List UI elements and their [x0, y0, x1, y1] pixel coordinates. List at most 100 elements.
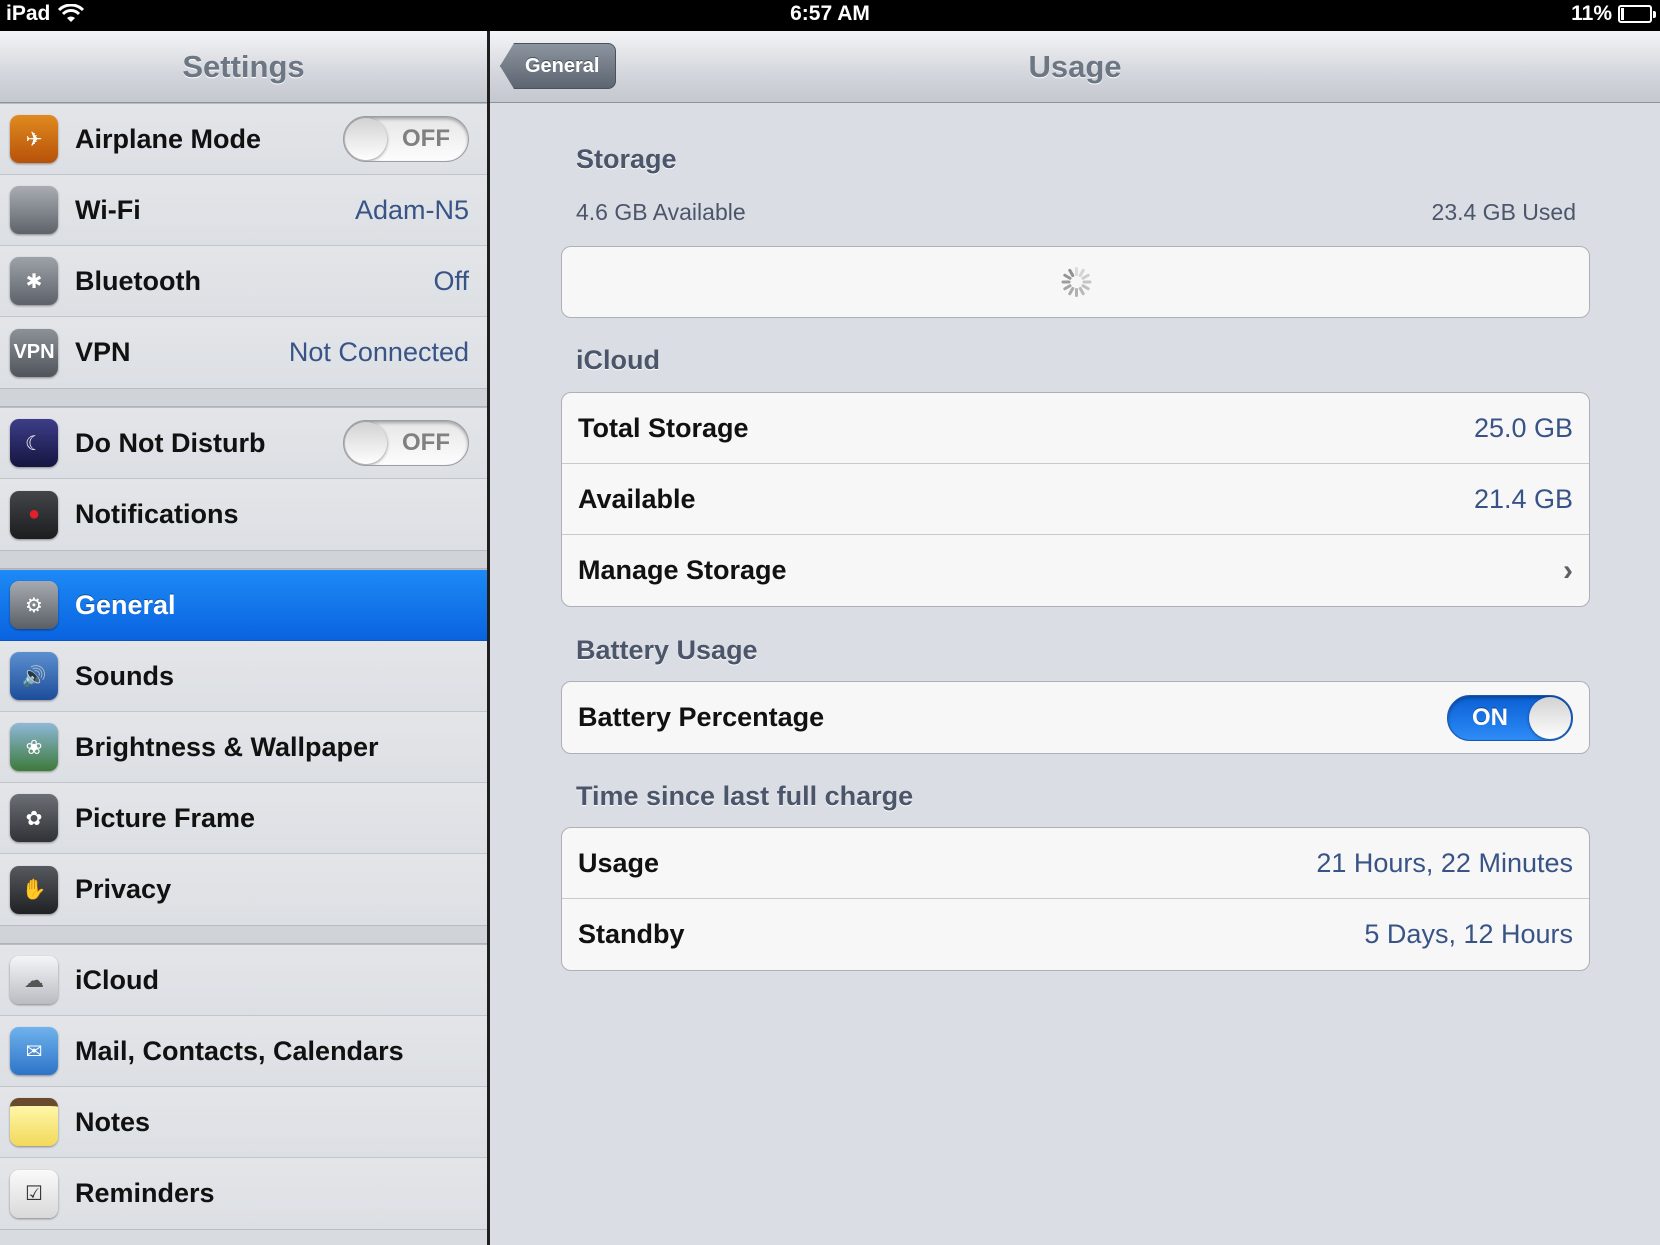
sidebar-item-label: Mail, Contacts, Calendars	[75, 1035, 404, 1066]
bluetooth-icon: ✱	[10, 257, 58, 305]
manage-storage-row[interactable]: Manage Storage ›	[562, 535, 1589, 606]
usage-row: Usage 21 Hours, 22 Minutes	[562, 828, 1589, 899]
sidebar-item-sounds[interactable]: 🔊 Sounds	[0, 641, 487, 712]
sidebar-item-value: Not Connected	[288, 337, 469, 367]
chevron-right-icon: ›	[1563, 553, 1573, 587]
storage-header: Storage	[576, 144, 677, 174]
row-value: 25.0 GB	[1473, 412, 1573, 443]
gear-icon: ⚙	[10, 581, 58, 629]
airplane-mode-toggle[interactable]: OFF	[343, 116, 469, 162]
spinner-blade	[1061, 280, 1070, 284]
sidebar-item-general[interactable]: ⚙ General	[0, 570, 487, 641]
row-label: Manage Storage	[578, 555, 787, 585]
group-separator	[0, 926, 487, 944]
sidebar-item-wi-fi[interactable]: Wi-Fi Adam-N5	[0, 175, 487, 246]
toggle-text: OFF	[402, 125, 450, 152]
sidebar-item-notes[interactable]: Notes	[0, 1087, 487, 1158]
sidebar-group: ✈ Airplane Mode OFF Wi-Fi Adam-N5 ✱ Bluetooth O…	[0, 103, 487, 389]
toggle-text: ON	[1472, 703, 1508, 731]
sidebar-item-label: Bluetooth	[75, 265, 201, 296]
sidebar-item-label: Picture Frame	[75, 802, 256, 833]
sidebar-item-label: Reminders	[75, 1178, 215, 1208]
charge-header: Time since last full charge	[576, 781, 914, 811]
loading-spinner-icon	[1061, 267, 1091, 297]
sidebar-item-label: Brightness & Wallpaper	[75, 731, 379, 762]
sidebar-groups: ✈ Airplane Mode OFF Wi-Fi Adam-N5 ✱ Bluetooth O…	[0, 103, 487, 1230]
toggle-knob	[1529, 696, 1571, 739]
cloud-icon: ☁	[10, 956, 58, 1004]
notes-icon	[10, 1098, 58, 1146]
row-label: Total Storage	[578, 412, 749, 443]
sidebar-item-label: Wi-Fi	[75, 194, 141, 225]
storage-used: 23.4 GB Used	[1431, 199, 1576, 225]
battery-percentage-row: Battery Percentage ON	[562, 682, 1589, 753]
toggle-knob	[345, 118, 387, 160]
battery-percent: 11%	[1571, 2, 1612, 25]
icloud-card: Total Storage 25.0 GB Available 21.4 GB …	[561, 392, 1590, 607]
sidebar-item-airplane-mode[interactable]: ✈ Airplane Mode OFF	[0, 104, 487, 175]
sidebar-item-icloud[interactable]: ☁ iCloud	[0, 945, 487, 1016]
picture-frame-icon: ✿	[10, 794, 58, 842]
toggle-text: OFF	[402, 429, 450, 456]
sidebar-title: Settings	[182, 49, 305, 84]
sidebar-group: ☁ iCloud ✉ Mail, Contacts, Calendars Notes ☑ R…	[0, 944, 487, 1230]
hand-icon: ✋	[10, 865, 58, 914]
sidebar-item-do-not-disturb[interactable]: ☾ Do Not Disturb OFF	[0, 408, 487, 479]
detail-pane: General Usage Storage 4.6 GB Available 2…	[490, 31, 1660, 1245]
sidebar-item-label: Notifications	[75, 499, 239, 529]
sidebar-item-label: Sounds	[75, 660, 174, 691]
icloud-total-row: Total Storage 25.0 GB	[562, 393, 1589, 464]
row-label: Battery Percentage	[578, 702, 825, 732]
row-value: 21 Hours, 22 Minutes	[1316, 847, 1573, 878]
sidebar-item-picture-frame[interactable]: ✿ Picture Frame	[0, 783, 487, 854]
moon-icon: ☾	[10, 419, 58, 467]
sidebar-item-privacy[interactable]: ✋ Privacy	[0, 854, 487, 925]
sidebar-item-reminders[interactable]: ☑ Reminders	[0, 1158, 487, 1229]
battery-icon	[1618, 5, 1656, 23]
detail-title: Usage	[1028, 49, 1122, 84]
sidebar-item-value: Off	[433, 265, 469, 296]
storage-available: 4.6 GB Available	[576, 199, 746, 225]
battery-card: Battery Percentage ON	[561, 681, 1590, 754]
icloud-available-row: Available 21.4 GB	[562, 464, 1589, 535]
reminders-icon: ☑	[10, 1169, 58, 1218]
flower-icon: ❀	[10, 723, 58, 771]
sidebar-item-mail-contacts-calendars[interactable]: ✉ Mail, Contacts, Calendars	[0, 1016, 487, 1087]
status-time: 6:57 AM	[790, 2, 870, 25]
battery-fill	[1621, 8, 1624, 20]
row-value: 21.4 GB	[1473, 483, 1573, 514]
storage-summary: 4.6 GB Available 23.4 GB Used	[576, 199, 1576, 226]
sidebar-item-label: General	[75, 589, 176, 620]
mail-icon: ✉	[10, 1027, 58, 1075]
charge-card: Usage 21 Hours, 22 Minutes Standby 5 Day…	[561, 827, 1590, 971]
group-separator	[0, 389, 487, 407]
spinner-blade	[1082, 280, 1091, 284]
icloud-header: iCloud	[576, 345, 660, 375]
do-not-disturb-toggle[interactable]: OFF	[343, 420, 469, 466]
row-label: Available	[578, 483, 696, 514]
sidebar-item-label: iCloud	[75, 964, 159, 995]
sidebar-item-bluetooth[interactable]: ✱ Bluetooth Off	[0, 246, 487, 317]
detail-navbar: General Usage	[490, 31, 1660, 103]
sidebar-item-label: Do Not Disturb	[75, 427, 266, 458]
group-separator	[0, 551, 487, 569]
sidebar-group: ⚙ General 🔊 Sounds ❀ Brightness & Wallpaper ✿ P…	[0, 569, 487, 926]
vpn-icon: VPN	[10, 328, 58, 377]
status-bar: iPad 6:57 AM 11%	[0, 0, 1660, 31]
battery-header: Battery Usage	[576, 635, 758, 665]
battery-percentage-toggle[interactable]: ON	[1447, 694, 1573, 741]
back-button[interactable]: General	[500, 43, 617, 89]
sidebar-item-label: Privacy	[75, 874, 172, 904]
sidebar-item-vpn[interactable]: VPN VPN Not Connected	[0, 317, 487, 388]
sidebar-item-label: Airplane Mode	[75, 123, 262, 154]
sidebar-item-label: Notes	[75, 1106, 151, 1137]
sidebar-group: ☾ Do Not Disturb OFF ● Notifications	[0, 407, 487, 551]
speaker-icon: 🔊	[10, 652, 58, 700]
sidebar-item-notifications[interactable]: ● Notifications	[0, 479, 487, 550]
wifi-icon	[10, 186, 58, 234]
settings-sidebar: Settings ✈ Airplane Mode OFF Wi-Fi Adam-N5 ✱ B…	[0, 31, 487, 1245]
storage-loading-card	[561, 246, 1590, 318]
sidebar-item-brightness-wallpaper[interactable]: ❀ Brightness & Wallpaper	[0, 712, 487, 783]
status-right: 11%	[1571, 2, 1656, 26]
toggle-knob	[345, 422, 387, 464]
